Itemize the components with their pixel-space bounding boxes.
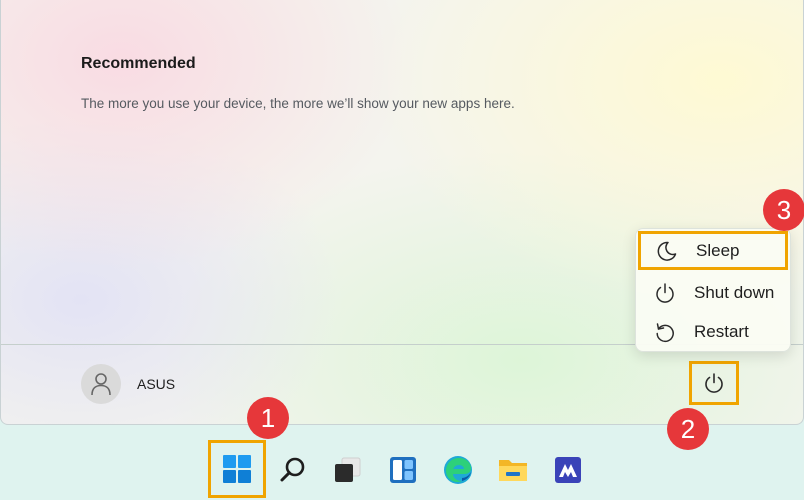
recommended-description: The more you use your device, the more w… (81, 96, 515, 111)
search-icon[interactable] (273, 450, 313, 490)
user-icon (91, 373, 111, 396)
widgets-icon[interactable] (383, 450, 423, 490)
start-menu: Recommended The more you use your device… (0, 0, 804, 425)
start-button[interactable] (208, 440, 266, 498)
restart-icon (652, 319, 678, 345)
shutdown-label: Shut down (694, 283, 775, 302)
edge-icon[interactable] (438, 450, 478, 490)
windows-start-icon (223, 455, 251, 483)
store-icon[interactable] (548, 450, 588, 490)
power-button[interactable] (689, 361, 739, 405)
power-icon (652, 280, 678, 306)
callout-badge-2: 2 (667, 408, 709, 450)
file-explorer-icon[interactable] (493, 450, 533, 490)
task-view-icon[interactable] (328, 450, 368, 490)
callout-badge-3: 3 (763, 189, 804, 231)
avatar (81, 364, 121, 404)
callout-badge-1: 1 (247, 397, 289, 439)
sleep-option[interactable]: Sleep (638, 231, 788, 270)
restart-label: Restart (694, 322, 749, 341)
user-account[interactable]: ASUS (81, 363, 175, 405)
restart-option[interactable]: Restart (642, 313, 786, 351)
user-name: ASUS (137, 376, 176, 392)
moon-icon (654, 238, 680, 264)
power-icon (705, 373, 723, 393)
shutdown-option[interactable]: Shut down (642, 274, 786, 312)
power-menu: Sleep Shut down Restart (635, 228, 791, 352)
recommended-title: Recommended (81, 55, 196, 72)
sleep-label: Sleep (696, 240, 740, 260)
